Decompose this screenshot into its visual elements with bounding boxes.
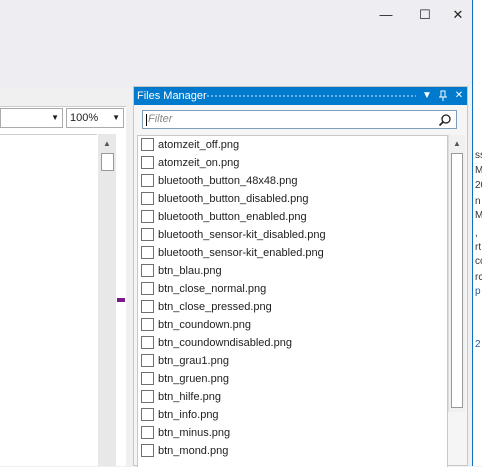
file-list-item[interactable]: btn_minus.png (138, 424, 447, 442)
chevron-down-icon: ▼ (112, 113, 120, 122)
file-list-item[interactable]: btn_close_pressed.png (138, 298, 447, 316)
file-name: bluetooth_button_48x48.png (158, 175, 298, 187)
file-checkbox[interactable] (141, 246, 154, 259)
search-icon[interactable] (438, 113, 452, 127)
file-list-item[interactable]: btn_grau1.png (138, 352, 447, 370)
files-manager-panel: Files Manager ▼ ✕ Filter atomzeit_off.pn… (133, 86, 468, 467)
file-checkbox[interactable] (141, 426, 154, 439)
document-scrollbar[interactable]: ▲ (98, 134, 116, 466)
filter-input[interactable]: Filter (142, 110, 457, 129)
strip-text: ss (475, 150, 482, 161)
document-divider (0, 134, 97, 135)
file-checkbox[interactable] (141, 192, 154, 205)
file-name: atomzeit_on.png (158, 157, 240, 169)
scroll-up-icon[interactable]: ▲ (98, 136, 116, 152)
strip-text: 20 (475, 180, 482, 191)
file-checkbox[interactable] (141, 300, 154, 313)
file-list-item[interactable]: btn_close_normal.png (138, 280, 447, 298)
strip-text: Ma (475, 210, 482, 222)
zoom-dropdown[interactable]: 100% ▼ (66, 108, 124, 128)
file-name: bluetooth_sensor-kit_enabled.png (158, 247, 324, 259)
file-name: bluetooth_sensor-kit_disabled.png (158, 229, 326, 241)
file-list-item[interactable]: btn_coundowndisabled.png (138, 334, 447, 352)
file-name: btn_hilfe.png (158, 391, 221, 403)
file-list-item[interactable]: bluetooth_sensor-kit_enabled.png (138, 244, 447, 262)
file-list-item[interactable]: atomzeit_on.png (138, 154, 447, 172)
file-checkbox[interactable] (141, 390, 154, 403)
file-name: btn_coundown.png (158, 319, 251, 331)
minimize-button[interactable]: — (372, 4, 400, 26)
file-name: atomzeit_off.png (158, 139, 240, 151)
file-list-item[interactable]: bluetooth_button_48x48.png (138, 172, 447, 190)
strip-text: 2 (475, 339, 481, 350)
window-titlebar: — ☐ ✕ (0, 0, 472, 30)
file-list-item[interactable]: btn_mond.png (138, 442, 447, 460)
file-checkbox[interactable] (141, 156, 154, 169)
panel-titlebar[interactable]: Files Manager ▼ ✕ (134, 87, 467, 105)
file-list-scrollbar[interactable]: ▲ (448, 135, 465, 412)
close-window-button[interactable]: ✕ (444, 4, 472, 26)
file-list-item[interactable]: bluetooth_sensor-kit_disabled.png (138, 226, 447, 244)
file-name: btn_close_normal.png (158, 283, 267, 295)
file-checkbox[interactable] (141, 282, 154, 295)
scroll-up-icon[interactable]: ▲ (449, 137, 465, 151)
file-checkbox[interactable] (141, 174, 154, 187)
ide-toolbar-area (0, 30, 472, 88)
file-name: btn_close_pressed.png (158, 301, 272, 313)
file-list-item[interactable]: btn_coundown.png (138, 316, 447, 334)
scroll-thumb[interactable] (101, 153, 114, 171)
pin-icon[interactable] (436, 87, 450, 105)
strip-text: rt (475, 242, 482, 253)
file-name: btn_grau1.png (158, 355, 229, 367)
filter-placeholder: Filter (148, 113, 173, 125)
strip-text: p (475, 286, 481, 297)
file-name: btn_gruen.png (158, 373, 229, 385)
member-dropdown[interactable]: ▼ (0, 108, 63, 128)
file-checkbox[interactable] (141, 318, 154, 331)
strip-text: n (475, 196, 481, 207)
strip-text: , (475, 228, 478, 239)
file-name: btn_blau.png (158, 265, 222, 277)
file-checkbox[interactable] (141, 444, 154, 457)
file-name: btn_info.png (158, 409, 219, 421)
breakpoint-marker (117, 298, 125, 302)
file-checkbox[interactable] (141, 336, 154, 349)
file-checkbox[interactable] (141, 372, 154, 385)
strip-text: Mi (475, 165, 482, 177)
file-name: btn_mond.png (158, 445, 229, 457)
panel-options-button[interactable]: ▼ (420, 87, 434, 105)
text-caret (146, 114, 147, 126)
strip-text: rc (475, 272, 482, 283)
file-checkbox[interactable] (141, 210, 154, 223)
file-name: btn_minus.png (158, 427, 231, 439)
strip-text: cc (475, 256, 482, 267)
zoom-value: 100% (70, 112, 99, 124)
file-list-item[interactable]: btn_hilfe.png (138, 388, 447, 406)
file-name: btn_coundowndisabled.png (158, 337, 292, 349)
file-list-item[interactable]: btn_blau.png (138, 262, 447, 280)
file-name: bluetooth_button_enabled.png (158, 211, 307, 223)
file-list-item[interactable]: btn_info.png (138, 406, 447, 424)
right-document-strip: ss Mi 20 n Ma, rt cc rc p 2 (472, 0, 482, 466)
drag-grip[interactable] (206, 94, 416, 98)
file-list-item[interactable]: btn_gruen.png (138, 370, 447, 388)
file-list-item[interactable]: bluetooth_button_disabled.png (138, 190, 447, 208)
file-checkbox[interactable] (141, 138, 154, 151)
file-checkbox[interactable] (141, 264, 154, 277)
file-checkbox[interactable] (141, 228, 154, 241)
maximize-button[interactable]: ☐ (411, 4, 439, 26)
file-list-item[interactable]: bluetooth_button_enabled.png (138, 208, 447, 226)
file-list: atomzeit_off.png atomzeit_on.png bluetooth… (137, 135, 448, 467)
panel-close-button[interactable]: ✕ (452, 87, 466, 105)
panel-title: Files Manager (137, 90, 207, 102)
file-checkbox[interactable] (141, 408, 154, 421)
file-name: bluetooth_button_disabled.png (158, 193, 309, 205)
chevron-down-icon: ▼ (51, 113, 59, 122)
file-list-item[interactable]: atomzeit_off.png (138, 136, 447, 154)
file-checkbox[interactable] (141, 354, 154, 367)
scroll-thumb[interactable] (451, 153, 463, 408)
